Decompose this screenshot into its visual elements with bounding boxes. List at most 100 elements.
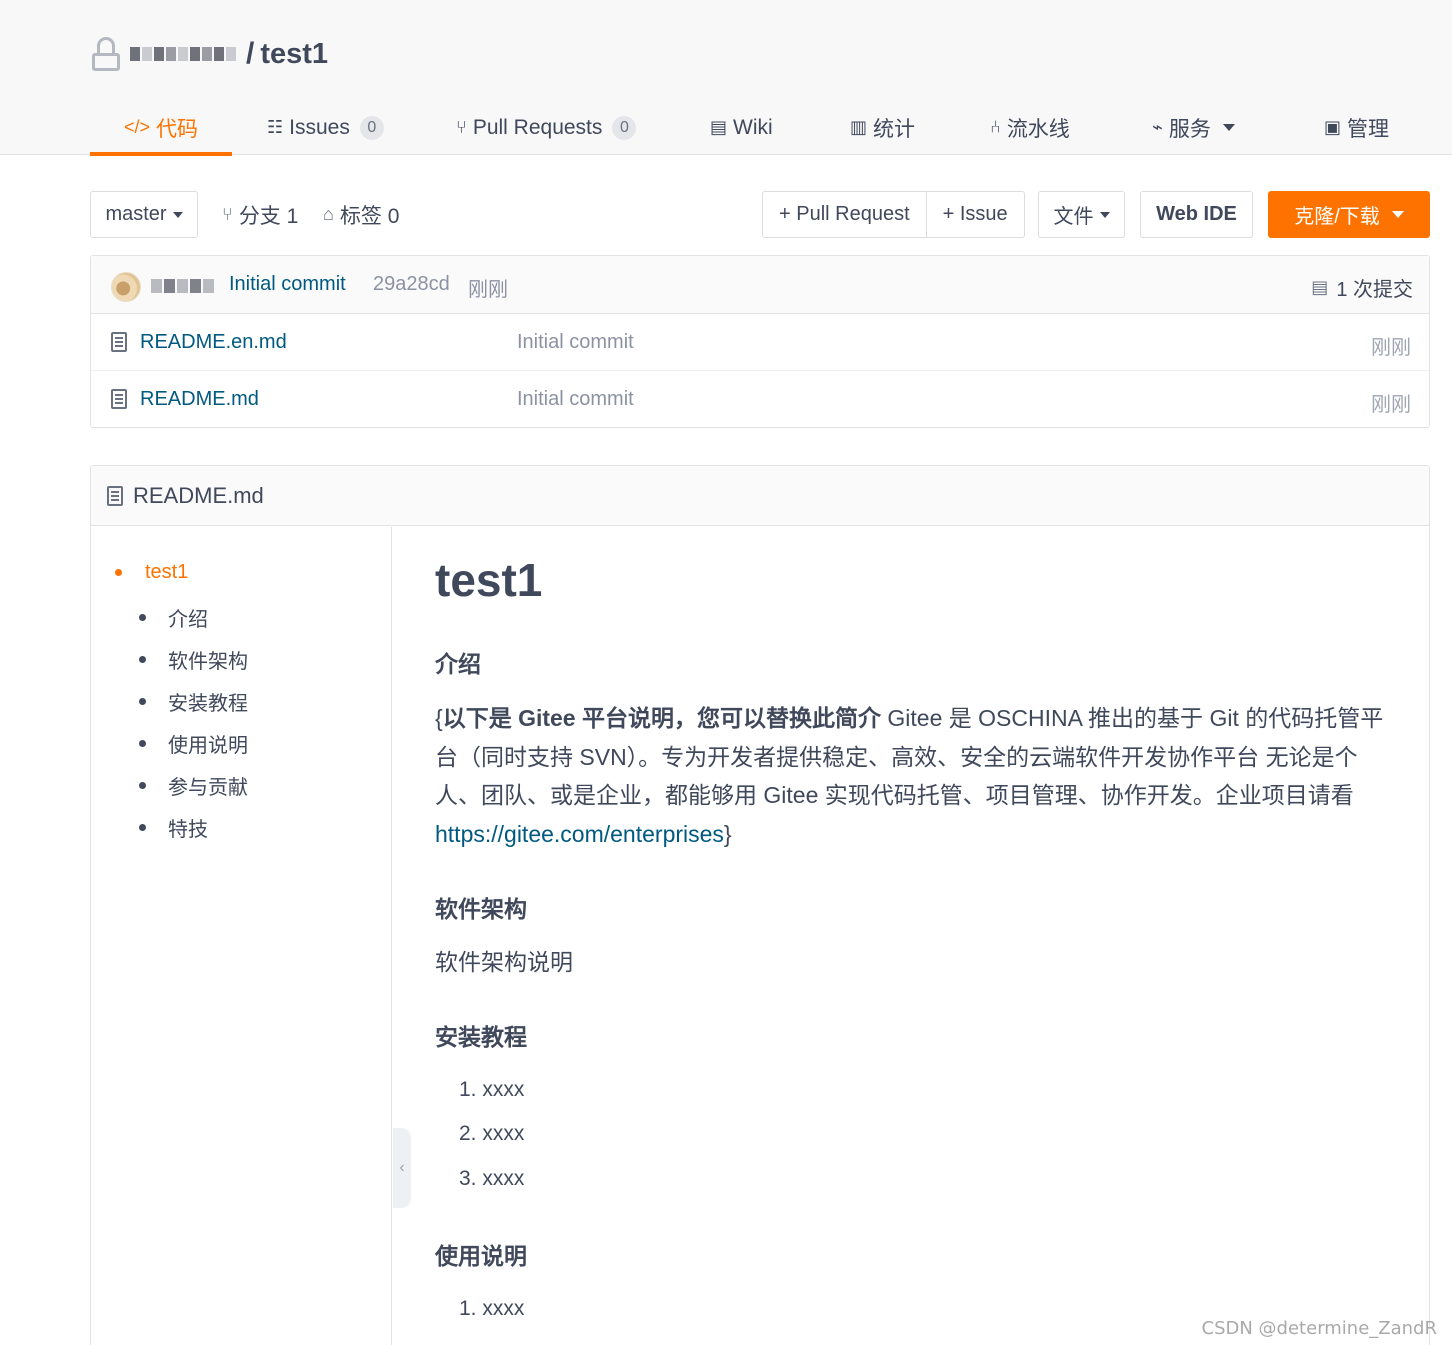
readme-header: README.md bbox=[91, 466, 1429, 526]
stats-icon: ▥ bbox=[850, 117, 868, 137]
file-icon bbox=[107, 485, 123, 506]
toc-item-label: 安装教程 bbox=[168, 693, 248, 715]
toc-item-install[interactable]: 安装教程 bbox=[139, 687, 248, 716]
repo-nav-tabs: </> 代码 ☷ Issues 0 ⑂ Pull Requests 0 ▤ Wi… bbox=[90, 100, 1430, 156]
list-item: 3. xxxx bbox=[459, 1167, 525, 1190]
tag-icon: ⌂ bbox=[323, 204, 334, 224]
intro-bold: 以下是 Gitee 平台说明，您可以替换此简介 bbox=[442, 705, 881, 731]
file-name-link[interactable]: README.en.md bbox=[140, 331, 287, 354]
tab-code[interactable]: </> 代码 bbox=[90, 100, 232, 156]
intro-close: } bbox=[723, 820, 732, 847]
toc-item-label: 参与贡献 bbox=[168, 777, 248, 799]
file-commit-message[interactable]: Initial commit bbox=[517, 331, 634, 354]
repo-separator: / bbox=[246, 37, 255, 70]
branch-select-label: master bbox=[105, 203, 167, 225]
bullet-icon bbox=[139, 656, 146, 663]
architecture-paragraph: 软件架构说明 bbox=[435, 949, 573, 975]
chevron-down-icon bbox=[172, 211, 183, 218]
file-list: Initial commit 29a28cd 刚刚 ▤ 1 次提交 README… bbox=[90, 255, 1430, 428]
bullet-icon bbox=[139, 824, 146, 831]
clone-download-label: 克隆/下载 bbox=[1294, 206, 1380, 228]
toc-collapse-handle[interactable]: ‹ bbox=[393, 1128, 411, 1208]
toc-item-contribute[interactable]: 参与贡献 bbox=[139, 771, 248, 800]
file-commit-time: 刚刚 bbox=[1371, 337, 1411, 359]
enterprise-link[interactable]: https://gitee.com/enterprises bbox=[435, 821, 724, 847]
file-icon bbox=[111, 389, 127, 409]
readme-panel: README.md test1 介绍 软件架构 安装教程 使用说明 参与贡献 特… bbox=[90, 465, 1430, 1345]
bullet-icon bbox=[139, 698, 146, 705]
tab-label: Issues bbox=[289, 115, 350, 139]
tab-pipeline[interactable]: ⑃ 流水线 bbox=[990, 100, 1070, 155]
pull-request-icon: ⑂ bbox=[456, 117, 467, 137]
commit-author-redacted[interactable] bbox=[151, 279, 214, 293]
lock-icon bbox=[90, 35, 122, 73]
repo-owner-redacted[interactable] bbox=[130, 47, 236, 61]
branches-link[interactable]: ⑂ 分支 1 bbox=[222, 191, 298, 238]
readme-title: test1 bbox=[435, 554, 543, 606]
wiki-icon: ▤ bbox=[710, 117, 728, 137]
list-item: 1. xxxx bbox=[459, 1078, 525, 1101]
bullet-icon bbox=[139, 614, 146, 621]
watermark: CSDN @determine_ZandR bbox=[1201, 1318, 1437, 1339]
commit-sha[interactable]: 29a28cd bbox=[373, 273, 450, 296]
issues-icon: ☷ bbox=[267, 117, 284, 137]
tags-link[interactable]: ⌂ 标签 0 bbox=[323, 191, 399, 238]
commit-count-label: 1 次提交 bbox=[1336, 279, 1413, 301]
pipeline-icon: ⑃ bbox=[990, 117, 1001, 137]
repo-name[interactable]: test1 bbox=[260, 38, 328, 71]
repo-header: / test1 </> 代码 ☷ Issues 0 ⑂ Pull Request… bbox=[0, 0, 1452, 156]
toc-item-test1[interactable]: test1 bbox=[115, 561, 188, 584]
commit-message[interactable]: Initial commit bbox=[229, 273, 346, 296]
pulse-icon: ⌁ bbox=[1152, 117, 1163, 137]
tags-label: 标签 0 bbox=[339, 204, 400, 228]
file-commit-time: 刚刚 bbox=[1371, 394, 1411, 416]
tab-services[interactable]: ⌁ 服务 bbox=[1152, 100, 1235, 155]
table-row: README.md Initial commit 刚刚 bbox=[91, 371, 1429, 428]
tab-stats[interactable]: ▥ 统计 bbox=[850, 100, 915, 155]
list-item: 2. xxxx bbox=[459, 1122, 525, 1145]
chevron-down-icon bbox=[1099, 211, 1110, 218]
pull-requests-count-badge: 0 bbox=[612, 115, 637, 140]
toc-item-architecture[interactable]: 软件架构 bbox=[139, 645, 248, 674]
chevron-down-icon bbox=[1391, 211, 1404, 218]
avatar[interactable] bbox=[111, 272, 141, 302]
toc-item-intro[interactable]: 介绍 bbox=[139, 603, 208, 632]
new-pull-request-button[interactable]: + Pull Request bbox=[763, 192, 926, 237]
tab-label: 代码 bbox=[156, 117, 199, 141]
issues-count-badge: 0 bbox=[359, 115, 384, 140]
toc-item-label: test1 bbox=[145, 561, 189, 583]
file-icon bbox=[111, 332, 127, 352]
section-heading-usage: 使用说明 bbox=[435, 1243, 527, 1269]
tab-label: Wiki bbox=[733, 115, 773, 139]
tab-label: 统计 bbox=[873, 117, 916, 141]
tab-manage[interactable]: ▣ 管理 bbox=[1324, 100, 1389, 155]
branches-label: 分支 1 bbox=[238, 204, 299, 228]
toc-item-features[interactable]: 特技 bbox=[139, 813, 208, 842]
repo-title: / test1 bbox=[90, 34, 328, 74]
clone-download-button[interactable]: 克隆/下载 bbox=[1268, 191, 1430, 238]
chevron-left-icon: ‹ bbox=[399, 1159, 405, 1176]
tab-pull-requests[interactable]: ⑂ Pull Requests 0 bbox=[456, 100, 637, 155]
file-name-link[interactable]: README.md bbox=[140, 388, 259, 411]
tab-wiki[interactable]: ▤ Wiki bbox=[710, 100, 773, 155]
repo-toolbar: master ⑂ 分支 1 ⌂ 标签 0 + Pull Request + Is… bbox=[90, 191, 1430, 239]
create-button-group: + Pull Request + Issue bbox=[762, 191, 1025, 238]
file-commit-message[interactable]: Initial commit bbox=[517, 388, 634, 411]
toc-item-label: 特技 bbox=[168, 819, 208, 841]
manage-icon: ▣ bbox=[1324, 117, 1342, 137]
web-ide-label: Web IDE bbox=[1156, 203, 1237, 225]
list-item: 1. xxxx bbox=[459, 1297, 525, 1320]
web-ide-button[interactable]: Web IDE bbox=[1140, 191, 1253, 238]
file-menu-button[interactable]: 文件 bbox=[1038, 191, 1125, 238]
toc-item-label: 使用说明 bbox=[168, 735, 248, 757]
tab-issues[interactable]: ☷ Issues 0 bbox=[267, 100, 384, 155]
toc-item-label: 软件架构 bbox=[168, 651, 248, 673]
readme-filename: README.md bbox=[133, 482, 264, 508]
branch-select[interactable]: master bbox=[90, 191, 198, 238]
intro-open: { bbox=[435, 705, 443, 731]
code-icon: </> bbox=[123, 117, 151, 137]
commit-count-link[interactable]: ▤ 1 次提交 bbox=[1311, 273, 1413, 302]
new-issue-button[interactable]: + Issue bbox=[925, 192, 1024, 237]
toc-item-usage[interactable]: 使用说明 bbox=[139, 729, 248, 758]
commit-time: 刚刚 bbox=[468, 279, 508, 301]
